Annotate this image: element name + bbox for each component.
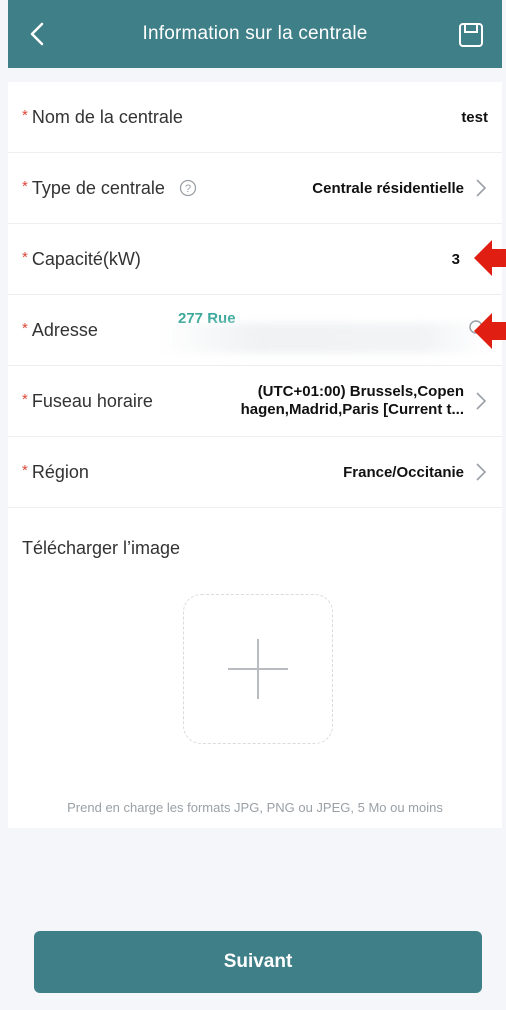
top-bar: Information sur la centrale	[8, 0, 502, 68]
field-station-name[interactable]: * Nom de la centrale test	[8, 82, 502, 153]
timezone-line-1: (UTC+01:00) Brussels,Copen	[257, 383, 464, 400]
required-mark: *	[22, 248, 28, 266]
chevron-right-icon	[476, 463, 487, 481]
upload-format-note: Prend en charge les formats JPG, PNG ou …	[67, 800, 443, 815]
red-arrow-icon	[474, 240, 506, 276]
required-mark: *	[22, 461, 28, 479]
upload-image-button[interactable]	[183, 594, 333, 744]
field-label: Nom de la centrale	[31, 106, 183, 127]
upload-section: Télécharger l’image Prend en charge les …	[8, 508, 502, 828]
help-icon[interactable]: ?	[179, 179, 197, 197]
red-arrow-icon	[474, 313, 506, 349]
address-redaction	[158, 323, 488, 353]
chevron-right-icon	[476, 392, 487, 410]
field-region[interactable]: * Région France/Occitanie	[8, 437, 502, 508]
svg-text:?: ?	[185, 183, 191, 195]
back-arrow-icon[interactable]	[24, 20, 52, 48]
capacity-value[interactable]: 3	[452, 251, 460, 268]
field-station-type[interactable]: * Type de centrale ? Centrale résidentie…	[8, 153, 502, 224]
chevron-right-icon	[476, 179, 487, 197]
field-label: Région	[31, 461, 89, 482]
plus-icon	[228, 639, 288, 699]
required-mark: *	[22, 319, 28, 337]
save-icon[interactable]	[458, 22, 484, 48]
station-type-value: Centrale résidentielle	[312, 179, 464, 197]
required-mark: *	[22, 390, 28, 408]
required-mark: *	[22, 177, 28, 195]
station-name-value[interactable]: test	[461, 109, 488, 126]
timezone-value: (UTC+01:00) Brussels,Copen hagen,Madrid,…	[241, 383, 464, 419]
upload-label: Télécharger l’image	[22, 538, 181, 558]
field-timezone[interactable]: * Fuseau horaire (UTC+01:00) Brussels,Co…	[8, 366, 502, 437]
required-mark: *	[22, 106, 28, 124]
field-address[interactable]: * Adresse 277 Rue	[8, 295, 506, 366]
page-title: Information sur la centrale	[142, 23, 368, 44]
field-label: Type de centrale	[31, 177, 165, 198]
field-capacity[interactable]: * Capacité(kW) 3	[8, 224, 506, 295]
field-label: Adresse	[31, 319, 98, 340]
region-value: France/Occitanie	[343, 463, 464, 481]
field-label: Fuseau horaire	[31, 390, 153, 411]
timezone-line-2: hagen,Madrid,Paris [Current t...	[240, 401, 464, 418]
field-label: Capacité(kW)	[31, 248, 141, 269]
station-form: * Nom de la centrale test * Type de cent…	[8, 82, 506, 828]
next-button[interactable]: Suivant	[34, 931, 482, 993]
